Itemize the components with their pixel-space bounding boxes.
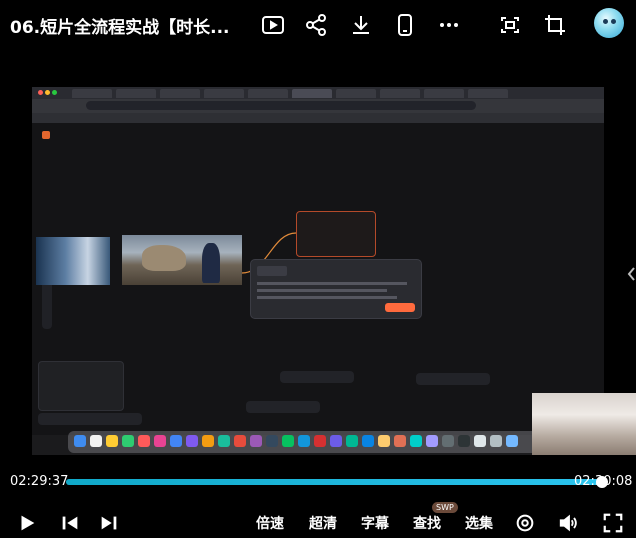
previous-icon[interactable] bbox=[59, 510, 81, 536]
speed-button[interactable]: 倍速 bbox=[256, 513, 284, 533]
more-icon[interactable] bbox=[436, 12, 462, 38]
crop-icon[interactable] bbox=[542, 12, 568, 38]
presenter-camera-overlay bbox=[532, 393, 636, 455]
picture-in-picture-icon[interactable] bbox=[260, 12, 286, 38]
episodes-button[interactable]: 选集 bbox=[465, 513, 493, 533]
next-icon[interactable] bbox=[98, 510, 120, 536]
share-icon[interactable] bbox=[303, 12, 329, 38]
recorded-bookmarks-bar bbox=[32, 113, 604, 123]
volume-icon[interactable] bbox=[558, 510, 580, 536]
recorded-minimap bbox=[38, 361, 124, 411]
recorded-workflow-canvas bbox=[32, 123, 604, 435]
current-time: 02:29:37 bbox=[10, 474, 69, 489]
recorded-prompt-panel bbox=[250, 259, 422, 319]
recorded-browser-tabs bbox=[32, 87, 604, 99]
chevron-left-icon[interactable] bbox=[626, 264, 636, 284]
quality-button[interactable]: 超清 bbox=[309, 513, 337, 533]
progress-fill bbox=[66, 479, 602, 485]
screen-cast-icon[interactable] bbox=[497, 12, 523, 38]
video-title: 06.短片全流程实战【时长... bbox=[10, 18, 230, 38]
video-frame[interactable] bbox=[32, 87, 604, 455]
search-badge: SWP bbox=[432, 502, 458, 513]
play-icon[interactable] bbox=[16, 510, 38, 536]
avatar[interactable] bbox=[594, 8, 624, 38]
subtitle-button[interactable]: 字幕 bbox=[361, 513, 389, 533]
recorded-url-box bbox=[86, 101, 476, 110]
search-button[interactable]: 查找 bbox=[413, 513, 441, 533]
recorded-dock bbox=[68, 431, 538, 453]
top-bar: 06.短片全流程实战【时长... bbox=[0, 0, 636, 50]
phone-icon[interactable] bbox=[392, 12, 418, 38]
danmaku-icon[interactable] bbox=[514, 510, 536, 536]
download-icon[interactable] bbox=[348, 12, 374, 38]
progress-bar[interactable] bbox=[66, 476, 608, 488]
fullscreen-icon[interactable] bbox=[602, 510, 624, 536]
total-time: 02:30:08 bbox=[574, 474, 633, 489]
